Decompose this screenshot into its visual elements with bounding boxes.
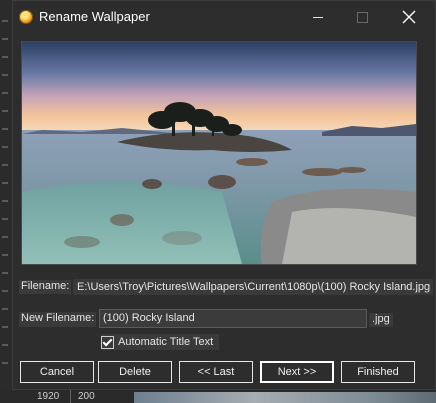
last-button[interactable]: << Last	[179, 361, 253, 383]
automatic-title-checkbox[interactable]	[101, 335, 114, 349]
delete-button[interactable]: Delete	[98, 361, 172, 383]
background-list-ticks	[2, 20, 8, 380]
app-icon	[19, 10, 33, 24]
extension-label: .jpg	[369, 313, 393, 327]
title-bar[interactable]: Rename Wallpaper	[13, 1, 435, 33]
automatic-title-label: Automatic Title Text	[118, 336, 214, 348]
cancel-button[interactable]: Cancel	[20, 361, 94, 383]
wallpaper-preview-image	[21, 41, 417, 265]
background-window-edge	[0, 0, 12, 403]
close-icon	[402, 10, 416, 24]
filename-path-value: E:\Users\Troy\Pictures\Wallpapers\Curren…	[73, 279, 433, 295]
filename-label: Filename:	[19, 280, 72, 294]
close-button[interactable]	[387, 1, 431, 33]
background-status-width: 1920	[37, 391, 60, 402]
background-photo-strip	[134, 392, 436, 403]
rocky-island-photo	[22, 42, 416, 264]
window-title: Rename Wallpaper	[39, 9, 150, 24]
background-status-separator	[70, 390, 71, 403]
rename-wallpaper-dialog: Rename Wallpaper Filename: E:\Users\Troy…	[12, 0, 436, 390]
new-filename-input[interactable]: (100) Rocky Island	[99, 309, 367, 328]
maximize-button	[340, 1, 384, 33]
background-status-height: 200	[78, 391, 95, 402]
minimize-button[interactable]	[296, 1, 340, 33]
automatic-title-checkbox-row[interactable]: Automatic Title Text	[101, 334, 220, 350]
next-button[interactable]: Next >>	[260, 361, 334, 383]
finished-button[interactable]: Finished	[341, 361, 415, 383]
new-filename-label: New Filename:	[19, 312, 97, 327]
